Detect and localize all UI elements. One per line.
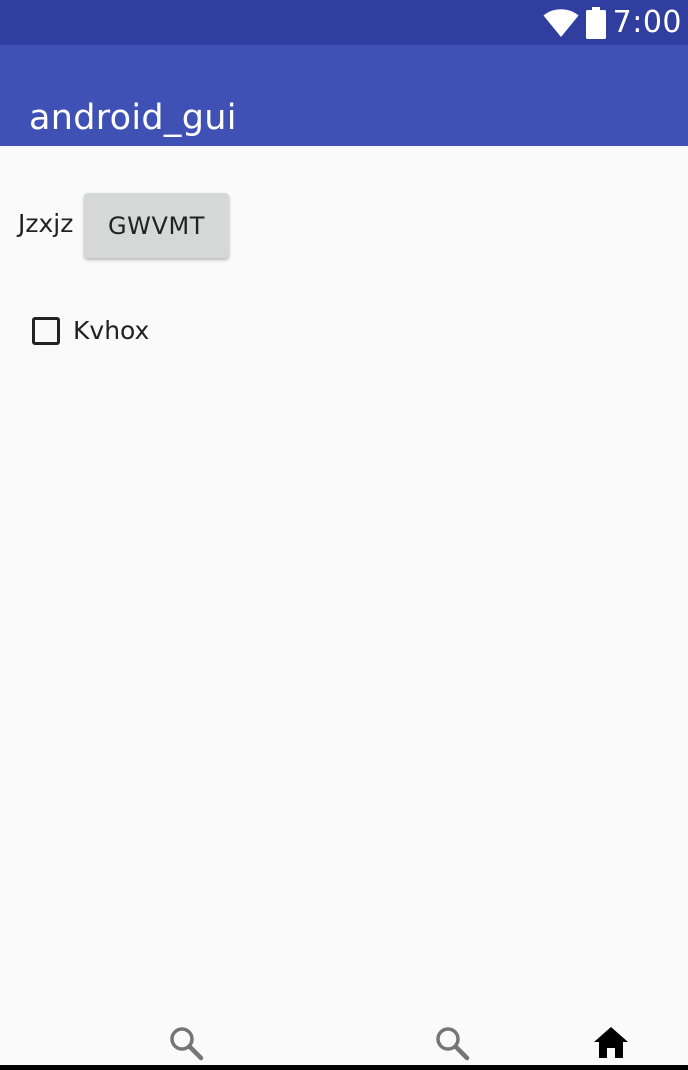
status-icons: 7:00 bbox=[543, 0, 682, 45]
status-bar: 7:00 bbox=[0, 0, 688, 45]
kvhox-checkbox-row[interactable]: Kvhox bbox=[30, 316, 149, 345]
jzxjz-label: Jzxjz bbox=[18, 209, 74, 238]
main-content: Jzxjz GWVMT Kvhox bbox=[0, 146, 688, 1016]
gwvmt-button[interactable]: GWVMT bbox=[84, 193, 229, 258]
kvhox-checkbox[interactable] bbox=[32, 316, 60, 345]
search-icon[interactable] bbox=[434, 1025, 470, 1061]
app-bar: android_gui bbox=[0, 45, 688, 146]
home-icon[interactable] bbox=[593, 1025, 629, 1061]
bottom-navigation bbox=[0, 1016, 688, 1065]
bottom-edge-bar bbox=[0, 1065, 688, 1070]
search-icon[interactable] bbox=[168, 1025, 204, 1061]
kvhox-checkbox-label[interactable]: Kvhox bbox=[73, 316, 149, 345]
battery-icon bbox=[585, 6, 606, 39]
status-time: 7:00 bbox=[612, 5, 682, 40]
wifi-icon bbox=[543, 8, 579, 37]
